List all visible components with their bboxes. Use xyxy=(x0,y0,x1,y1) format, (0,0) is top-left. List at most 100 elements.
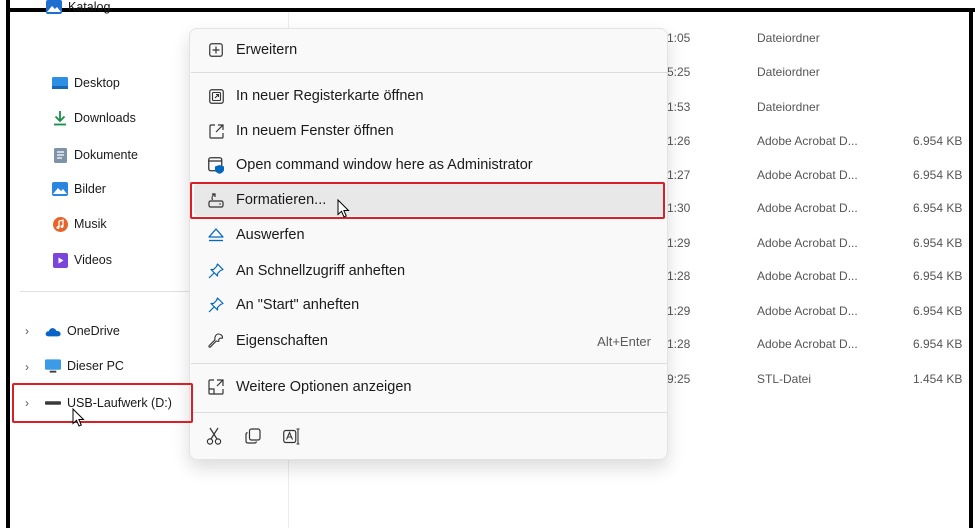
menu-item-label: Open command window here as Administrato… xyxy=(236,157,533,173)
modified-time: 5:25 xyxy=(667,65,691,79)
window-border-left xyxy=(6,0,10,528)
menu-item-erweitern[interactable]: Erweitern xyxy=(194,34,665,66)
more-options-icon xyxy=(205,376,227,398)
menu-separator xyxy=(191,72,668,73)
modified-time: 1:29 xyxy=(667,236,691,250)
chevron-right-icon[interactable]: › xyxy=(25,324,29,338)
file-type: Adobe Acrobat D... xyxy=(757,134,858,148)
rename-button[interactable] xyxy=(279,423,305,449)
file-size: 6.954 KB xyxy=(913,269,963,283)
context-menu: Erweitern In neuer Registerkarte öffnen … xyxy=(189,28,668,460)
nav-item-label: OneDrive xyxy=(67,324,120,338)
pin-icon xyxy=(205,294,227,316)
menu-separator xyxy=(191,412,668,413)
file-size: 6.954 KB xyxy=(913,304,963,318)
window-border-right xyxy=(969,8,973,528)
menu-item-label: Auswerfen xyxy=(236,227,305,243)
modified-time: 1:28 xyxy=(667,269,691,283)
file-type: Adobe Acrobat D... xyxy=(757,201,858,215)
modified-time: 1:30 xyxy=(667,201,691,215)
nav-item-label: Katalog xyxy=(68,0,111,14)
file-type: Adobe Acrobat D... xyxy=(757,304,858,318)
menu-separator xyxy=(191,363,668,364)
menu-item-label: Weitere Optionen anzeigen xyxy=(236,379,412,395)
desktop-icon xyxy=(52,75,68,91)
cloud-icon xyxy=(45,323,61,339)
modified-time: 1:53 xyxy=(667,100,691,114)
modified-time: 1:27 xyxy=(667,168,691,182)
menu-item-label: An Schnellzugriff anheften xyxy=(236,263,406,279)
mouse-cursor xyxy=(337,199,351,219)
nav-item-desktop[interactable]: Desktop xyxy=(52,72,120,94)
file-size: 6.954 KB xyxy=(913,337,963,351)
menu-item-more-options[interactable]: Weitere Optionen anzeigen xyxy=(194,371,665,403)
menu-item-eigenschaften[interactable]: Eigenschaften Alt+Enter xyxy=(194,325,665,357)
menu-item-open-command-admin[interactable]: Open command window here as Administrato… xyxy=(194,149,665,181)
mouse-cursor xyxy=(72,408,86,428)
modified-time: 1:05 xyxy=(667,31,691,45)
image-folder-icon xyxy=(46,0,62,15)
monitor-icon xyxy=(45,358,61,374)
expand-plus-icon xyxy=(205,39,227,61)
menu-item-open-new-window[interactable]: In neuem Fenster öffnen xyxy=(194,115,665,147)
nav-item-videos[interactable]: Videos xyxy=(52,249,112,271)
keyboard-shortcut: Alt+Enter xyxy=(597,333,651,349)
nav-item-downloads[interactable]: Downloads xyxy=(52,107,136,129)
file-type: Dateiordner xyxy=(757,31,820,45)
highlight-box-formatieren xyxy=(190,182,665,219)
menu-item-auswerfen[interactable]: Auswerfen xyxy=(194,219,665,251)
copy-button[interactable] xyxy=(240,423,266,449)
chevron-right-icon[interactable]: › xyxy=(25,360,29,374)
explorer-window: Katalog Desktop Downloads Dokumente Bild xyxy=(0,0,975,528)
menu-item-label: In neuem Fenster öffnen xyxy=(236,123,394,139)
modified-time: 1:26 xyxy=(667,134,691,148)
download-arrow-icon xyxy=(52,110,68,126)
modified-time: 1:28 xyxy=(667,337,691,351)
file-type: Dateiordner xyxy=(757,65,820,79)
nav-item-label: Videos xyxy=(74,253,112,267)
modified-time: 1:29 xyxy=(667,304,691,318)
videos-icon xyxy=(52,252,68,268)
nav-item-label: Musik xyxy=(74,217,107,231)
window-border-top xyxy=(10,8,975,12)
file-type: Adobe Acrobat D... xyxy=(757,168,858,182)
copy-icon xyxy=(245,428,261,444)
document-icon xyxy=(52,147,68,163)
menu-item-label: Eigenschaften xyxy=(236,333,328,349)
nav-item-label: Desktop xyxy=(74,76,120,90)
menu-item-pin-quick-access[interactable]: An Schnellzugriff anheften xyxy=(194,255,665,287)
nav-item-onedrive[interactable]: OneDrive xyxy=(45,320,120,342)
menu-item-pin-start[interactable]: An "Start" anheften xyxy=(194,289,665,321)
file-size: 6.954 KB xyxy=(913,201,963,215)
file-size: 1.454 KB xyxy=(913,372,963,386)
file-type: STL-Datei xyxy=(757,372,812,386)
music-icon xyxy=(52,216,68,232)
file-type: Adobe Acrobat D... xyxy=(757,337,858,351)
menu-item-open-new-tab[interactable]: In neuer Registerkarte öffnen xyxy=(194,80,665,112)
modified-time: 9:25 xyxy=(667,372,691,386)
pin-icon xyxy=(205,260,227,282)
file-size: 6.954 KB xyxy=(913,236,963,250)
menu-item-label: Erweitern xyxy=(236,42,298,58)
nav-item-bilder[interactable]: Bilder xyxy=(52,178,106,200)
nav-item-label: Dokumente xyxy=(74,148,138,162)
eject-icon xyxy=(205,224,227,246)
open-new-window-icon xyxy=(205,120,227,142)
menu-item-label: An "Start" anheften xyxy=(236,297,360,313)
nav-item-label: Dieser PC xyxy=(67,359,124,373)
file-type: Adobe Acrobat D... xyxy=(757,236,858,250)
highlight-box-usb-drive xyxy=(12,383,193,423)
file-size: 6.954 KB xyxy=(913,168,963,182)
admin-command-icon xyxy=(205,154,227,176)
properties-wrench-icon xyxy=(205,330,227,352)
open-new-tab-icon xyxy=(205,85,227,107)
nav-item-musik[interactable]: Musik xyxy=(52,213,107,235)
nav-item-dokumente[interactable]: Dokumente xyxy=(52,144,138,166)
file-type: Adobe Acrobat D... xyxy=(757,269,858,283)
menu-item-label: In neuer Registerkarte öffnen xyxy=(236,88,424,104)
nav-item-katalog[interactable]: Katalog xyxy=(46,0,110,18)
rename-icon xyxy=(283,427,301,445)
file-type: Dateiordner xyxy=(757,100,820,114)
nav-item-dieser-pc[interactable]: Dieser PC xyxy=(45,355,124,377)
nav-item-label: Downloads xyxy=(74,111,136,125)
